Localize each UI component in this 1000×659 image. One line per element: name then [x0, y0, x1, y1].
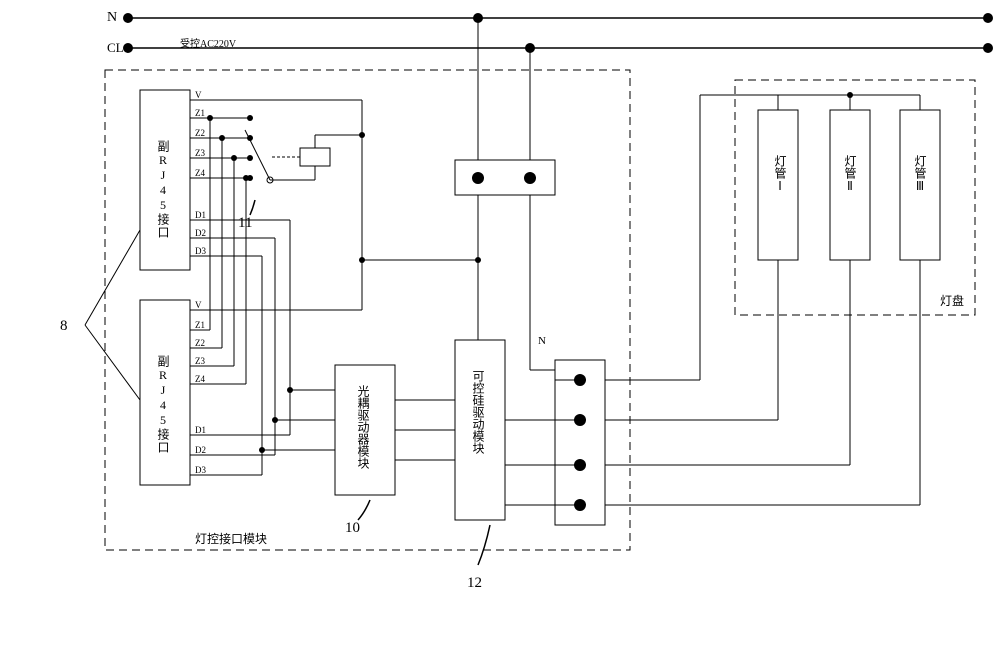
pin-d3b: D3 [195, 465, 206, 475]
rail-cl-label: CL [107, 40, 124, 56]
pin-z2a: Z2 [195, 128, 205, 138]
lamp-panel-label: 灯盘 [940, 292, 964, 309]
tube2-label: 灯管Ⅱ [842, 155, 859, 193]
callout-10: 10 [345, 520, 360, 537]
lamp-interface-label: 灯控接口模块 [195, 530, 267, 547]
callout-8: 8 [60, 318, 68, 335]
rail-n-label: N [107, 10, 117, 26]
pin-d1b: D1 [195, 425, 206, 435]
pin-z3b: Z3 [195, 356, 205, 366]
thyristor-driver-label: 可控硅驱动模块 [470, 370, 487, 454]
pin-z2b: Z2 [195, 338, 205, 348]
pin-z1b: Z1 [195, 320, 205, 330]
pin-d2a: D2 [195, 228, 206, 238]
opto-driver-label: 光耦驱动器模块 [355, 385, 372, 469]
pin-d1a: D1 [195, 210, 206, 220]
pin-d3a: D3 [195, 246, 206, 256]
tube1-label: 灯管Ⅰ [772, 155, 789, 193]
rj45-secondary-label: 副RJ45接口 [155, 355, 172, 454]
callout-11: 11 [238, 215, 252, 232]
pin-z4b: Z4 [195, 374, 205, 384]
tube3-label: 灯管Ⅲ [912, 155, 929, 193]
controlled-ac-label: 受控AC220V [180, 35, 236, 50]
callout-12: 12 [467, 575, 482, 592]
pin-z3a: Z3 [195, 148, 205, 158]
rj45-primary-label: 副RJ45接口 [155, 140, 172, 239]
pin-z4a: Z4 [195, 168, 205, 178]
pin-d2b: D2 [195, 445, 206, 455]
n2-label: N [538, 335, 546, 347]
pin-v2: V [195, 300, 202, 310]
pin-z1a: Z1 [195, 108, 205, 118]
pin-v1: V [195, 90, 202, 100]
